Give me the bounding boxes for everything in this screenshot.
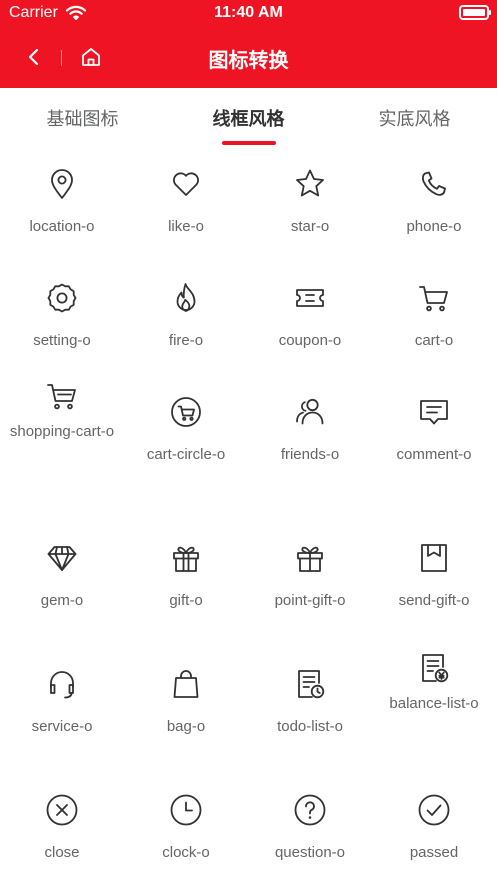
icon-label: setting-o [33, 332, 91, 349]
icon-label: star-o [290, 218, 330, 235]
gear-icon [44, 280, 80, 316]
icon-cell-send-gift-o[interactable]: send-gift-o [372, 522, 496, 632]
icon-label: close [44, 844, 80, 861]
icon-cell-location-o[interactable]: location-o [0, 148, 124, 258]
icon-cell-question-o[interactable]: question-o [248, 774, 372, 883]
icon-label: friends-o [280, 446, 340, 463]
icon-label: phone-o [406, 218, 462, 235]
clock-time: 11:40 AM [214, 4, 283, 21]
icon-label: comment-o [396, 446, 472, 463]
icon-label: balance-list-o [389, 695, 479, 712]
active-tab-indicator [222, 141, 276, 145]
fire-icon [168, 280, 204, 316]
icon-cell-point-gift-o[interactable]: point-gift-o [248, 522, 372, 632]
icon-label: send-gift-o [398, 592, 470, 609]
icon-cell-cart-o[interactable]: cart-o [372, 262, 496, 372]
icon-label: location-o [29, 218, 95, 235]
app-screen: Carrier 11:40 AM 图标转换 基础图标 线框风格 实底风格 loc… [0, 0, 497, 883]
icon-cell-clock-o[interactable]: clock-o [124, 774, 248, 883]
tab-bar: 基础图标 线框风格 实底风格 [0, 88, 497, 148]
icon-cell-shopping-cart-o[interactable]: shopping-cart-o [0, 376, 124, 486]
icon-cell-passed[interactable]: passed [372, 774, 496, 883]
icon-label: todo-list-o [277, 718, 343, 735]
icon-label: clock-o [162, 844, 210, 861]
icon-label: gem-o [40, 592, 84, 609]
heart-icon [168, 166, 204, 202]
icon-label: service-o [31, 718, 93, 735]
friends-icon [292, 394, 328, 430]
gift-icon [168, 540, 204, 576]
icon-label: cart-circle-o [146, 446, 226, 463]
balance-list-icon [416, 650, 452, 686]
icon-label: point-gift-o [274, 592, 346, 609]
headset-icon [44, 666, 80, 702]
icon-cell-like-o[interactable]: like-o [124, 148, 248, 258]
cart-icon [416, 280, 452, 316]
check-circle-icon [416, 792, 452, 828]
icon-cell-phone-o[interactable]: phone-o [372, 148, 496, 258]
question-icon [292, 792, 328, 828]
icon-label: passed [409, 844, 459, 861]
icon-cell-fire-o[interactable]: fire-o [124, 262, 248, 372]
icon-label: fire-o [168, 332, 204, 349]
bag-icon [168, 666, 204, 702]
navigation-bar: 图标转换 [0, 28, 497, 88]
point-gift-icon [292, 540, 328, 576]
send-gift-icon [416, 540, 452, 576]
clock-icon [168, 792, 204, 828]
battery-icon [459, 5, 491, 20]
icon-cell-star-o[interactable]: star-o [248, 148, 372, 258]
gem-icon [44, 540, 80, 576]
icon-cell-comment-o[interactable]: comment-o [372, 376, 496, 486]
star-icon [292, 166, 328, 202]
coupon-icon [292, 280, 328, 316]
icon-label: coupon-o [278, 332, 342, 349]
comment-icon [416, 394, 452, 430]
icon-label: cart-o [414, 332, 454, 349]
tab-filled-style[interactable]: 实底风格 [332, 105, 497, 131]
page-title: 图标转换 [208, 50, 289, 72]
icon-cell-service-o[interactable]: service-o [0, 648, 124, 758]
cart-circle-icon [168, 394, 204, 430]
icon-cell-close[interactable]: close [0, 774, 124, 883]
icon-cell-friends-o[interactable]: friends-o [248, 376, 372, 486]
icon-cell-balance-list-o[interactable]: balance-list-o [372, 648, 496, 758]
phone-icon [416, 166, 452, 202]
icon-cell-gift-o[interactable]: gift-o [124, 522, 248, 632]
location-icon [44, 166, 80, 202]
icon-label: shopping-cart-o [9, 423, 115, 440]
status-bar: Carrier 11:40 AM [0, 0, 497, 28]
icon-label: bag-o [166, 718, 206, 735]
icon-cell-bag-o[interactable]: bag-o [124, 648, 248, 758]
header-bar: Carrier 11:40 AM 图标转换 [0, 0, 497, 88]
icon-cell-setting-o[interactable]: setting-o [0, 262, 124, 372]
icon-cell-gem-o[interactable]: gem-o [0, 522, 124, 632]
icon-label: question-o [274, 844, 346, 861]
icon-cell-coupon-o[interactable]: coupon-o [248, 262, 372, 372]
icon-label: gift-o [169, 592, 203, 609]
tab-basic-icons[interactable]: 基础图标 [0, 105, 165, 131]
shopping-cart-icon [44, 378, 80, 414]
tab-outline-style[interactable]: 线框风格 [166, 105, 331, 131]
icon-cell-todo-list-o[interactable]: todo-list-o [248, 648, 372, 758]
close-icon [44, 792, 80, 828]
icon-cell-cart-circle-o[interactable]: cart-circle-o [124, 376, 248, 486]
todo-list-icon [292, 666, 328, 702]
icon-label: like-o [168, 218, 204, 235]
